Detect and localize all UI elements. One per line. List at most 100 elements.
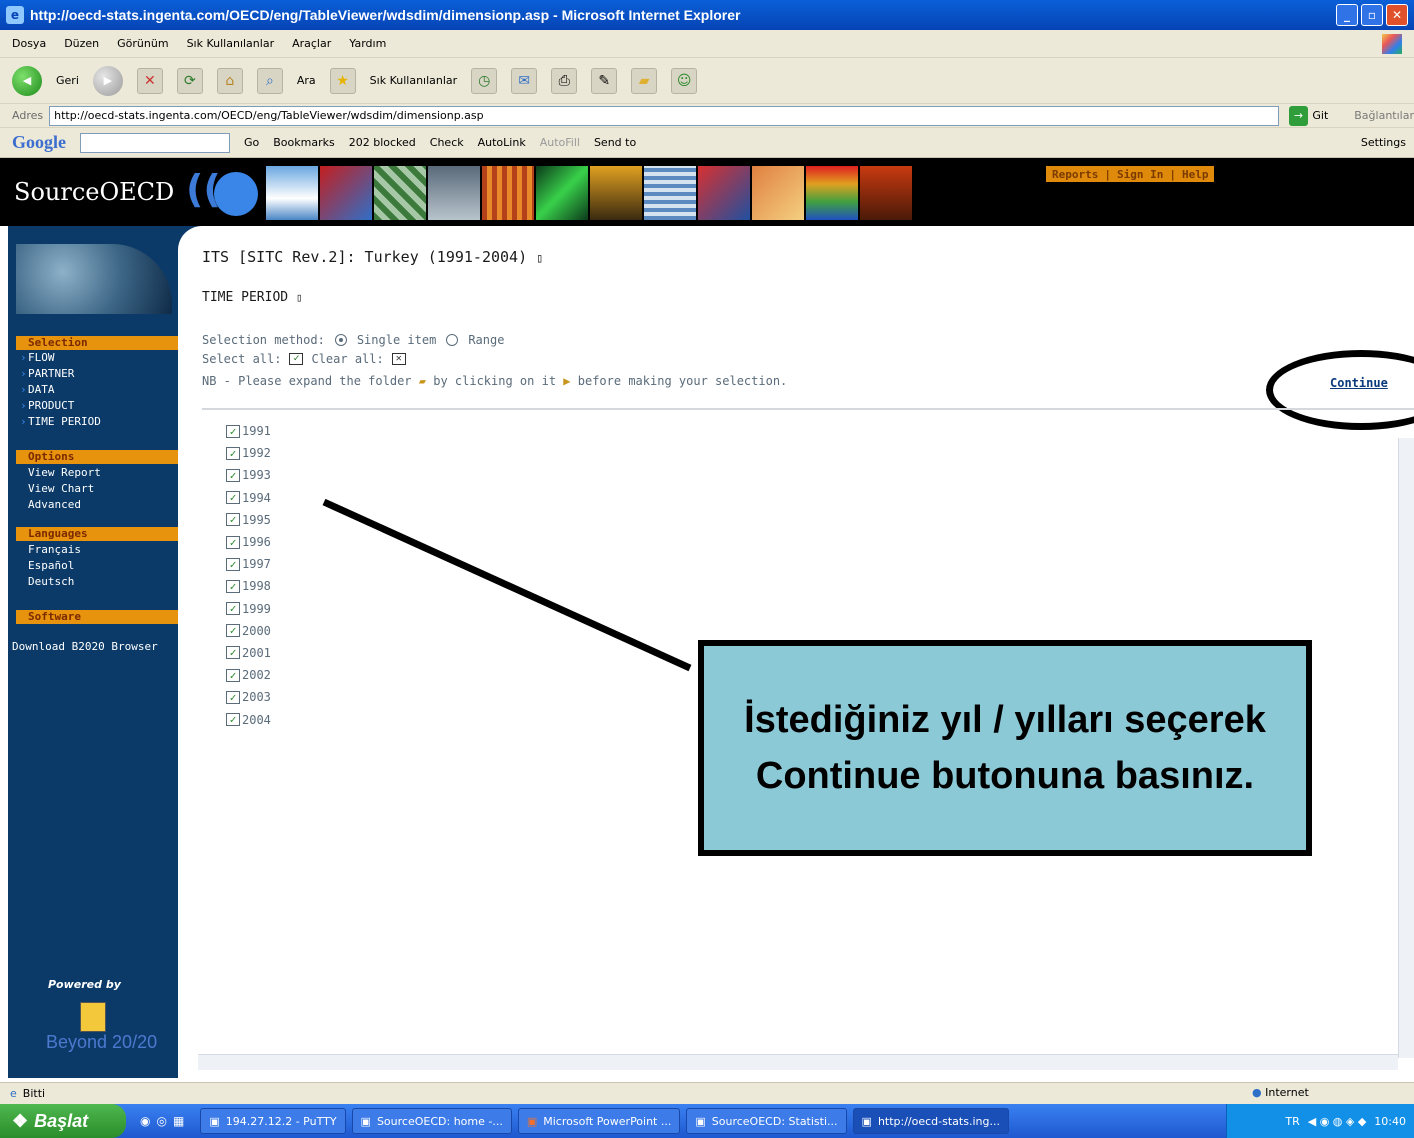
- select-all-button[interactable]: ✓: [289, 353, 304, 365]
- year-checkbox[interactable]: ✓: [226, 602, 240, 616]
- year-checkbox[interactable]: ✓: [226, 646, 240, 660]
- google-popup-blocked[interactable]: 202 blocked: [349, 136, 416, 149]
- sidebar-item-view-report[interactable]: View Report: [28, 466, 101, 480]
- year-checkbox[interactable]: ✓: [226, 713, 240, 727]
- start-button[interactable]: ❖ Başlat: [0, 1104, 126, 1138]
- forward-button[interactable]: ▶: [92, 65, 123, 96]
- reports-link[interactable]: Reports: [1052, 168, 1098, 181]
- history-icon[interactable]: ◷: [471, 67, 498, 94]
- range-radio[interactable]: [446, 334, 459, 346]
- go-arrow-icon[interactable]: →: [1288, 105, 1309, 126]
- favorites-star-icon[interactable]: ★: [329, 67, 356, 94]
- tray-icons[interactable]: ◀ ◉ ◍ ◈ ◆: [1308, 1115, 1367, 1128]
- mail-icon[interactable]: ✉: [511, 67, 538, 94]
- year-checkbox[interactable]: ✓: [226, 557, 240, 571]
- single-item-radio[interactable]: [334, 334, 347, 346]
- menu-view[interactable]: Görünüm: [117, 37, 168, 50]
- sidebar-item-spanish[interactable]: Español: [28, 559, 74, 573]
- google-autofill[interactable]: AutoFill: [540, 136, 580, 149]
- selection-heading: Selection: [16, 336, 182, 350]
- google-autolink[interactable]: AutoLink: [478, 136, 526, 149]
- edit-icon[interactable]: ✎: [591, 67, 618, 94]
- sidebar-item-time-period[interactable]: TIME PERIOD: [20, 415, 101, 429]
- year-checkbox[interactable]: ✓: [226, 624, 240, 638]
- task-label: Microsoft PowerPoint ...: [543, 1114, 672, 1128]
- address-input[interactable]: http://oecd-stats.ingenta.com/OECD/eng/T…: [49, 105, 1279, 126]
- search-icon[interactable]: ⌕: [256, 67, 283, 94]
- sign-in-link[interactable]: Sign In: [1117, 168, 1163, 181]
- year-checkbox[interactable]: ✓: [226, 446, 240, 460]
- sidebar-item-german[interactable]: Deutsch: [28, 575, 74, 589]
- help-link[interactable]: Help: [1182, 168, 1209, 181]
- menu-tools[interactable]: Araçlar: [292, 37, 331, 50]
- refresh-icon[interactable]: ⟳: [176, 67, 203, 94]
- folder-icon[interactable]: ▰: [631, 67, 658, 94]
- year-checkbox[interactable]: ✓: [226, 690, 240, 704]
- year-checkbox[interactable]: ✓: [226, 535, 240, 549]
- taskbar-item-sourceoecd-home[interactable]: ▣ SourceOECD: home -...: [351, 1108, 512, 1134]
- sidebar-item-product[interactable]: PRODUCT: [20, 399, 74, 413]
- info-doc-icon[interactable]: ▯: [296, 291, 303, 304]
- taskbar-item-powerpoint[interactable]: ▣ Microsoft PowerPoint ...: [517, 1108, 681, 1134]
- quick-launch-icon[interactable]: ◉: [140, 1114, 150, 1128]
- home-icon[interactable]: ⌂: [216, 67, 243, 94]
- list-item: ✓ 1991: [226, 420, 271, 442]
- year-checkbox[interactable]: ✓: [226, 424, 240, 438]
- year-checkbox[interactable]: ✓: [226, 579, 240, 593]
- print-icon[interactable]: ⎙: [551, 67, 578, 94]
- menu-help[interactable]: Yardım: [349, 37, 386, 50]
- taskbar-item-sourceoecd-stats[interactable]: ▣ SourceOECD: Statisti...: [686, 1108, 847, 1134]
- google-bookmarks[interactable]: Bookmarks: [273, 136, 334, 149]
- messenger-icon[interactable]: ☺: [671, 67, 698, 94]
- sidebar-item-view-chart[interactable]: View Chart: [28, 482, 94, 496]
- close-button[interactable]: ✕: [1386, 4, 1408, 26]
- sidebar-item-partner[interactable]: PARTNER: [20, 367, 74, 381]
- quick-launch-icon[interactable]: ▦: [173, 1114, 184, 1128]
- go-label[interactable]: Git: [1312, 109, 1328, 122]
- sidebar-item-advanced[interactable]: Advanced: [28, 498, 81, 512]
- google-settings[interactable]: Settings: [1361, 136, 1406, 149]
- info-doc-icon[interactable]: ▯: [536, 251, 543, 265]
- google-send-to[interactable]: Send to: [594, 136, 636, 149]
- quick-launch-icon[interactable]: ◎: [156, 1114, 166, 1128]
- maximize-button[interactable]: ▫: [1361, 4, 1383, 26]
- links-label[interactable]: Bağlantılar: [1354, 109, 1414, 122]
- section-title: TIME PERIOD ▯: [202, 290, 303, 305]
- google-spellcheck[interactable]: Check: [430, 136, 464, 149]
- task-label: SourceOECD: Statisti...: [711, 1114, 838, 1128]
- year-label: 1995: [242, 512, 271, 527]
- select-clear-row: Select all: ✓ Clear all: ✕: [202, 352, 406, 366]
- sidebar-item-data[interactable]: DATA: [20, 383, 54, 397]
- brand-dot-icon: [214, 172, 258, 216]
- year-checkbox[interactable]: ✓: [226, 491, 240, 505]
- google-search-input[interactable]: [80, 132, 230, 153]
- year-checkbox[interactable]: ✓: [226, 513, 240, 527]
- menu-favorites[interactable]: Sık Kullanılanlar: [187, 37, 275, 50]
- search-label[interactable]: Ara: [297, 74, 316, 87]
- back-button[interactable]: ◀: [12, 65, 42, 96]
- sidebar-item-french[interactable]: Français: [28, 543, 81, 557]
- banner-tile: [806, 166, 858, 220]
- taskbar-item-oecd-stats[interactable]: ▣ http://oecd-stats.ing...: [852, 1108, 1009, 1134]
- year-label: 2001: [242, 645, 271, 660]
- year-checkbox[interactable]: ✓: [226, 668, 240, 682]
- vertical-scrollbar[interactable]: [1398, 438, 1414, 1058]
- language-indicator[interactable]: TR: [1285, 1115, 1299, 1128]
- status-text: Bitti: [22, 1087, 46, 1100]
- minimize-button[interactable]: _: [1336, 4, 1358, 26]
- download-browser-link[interactable]: Download B2020 Browser: [12, 640, 158, 653]
- horizontal-scrollbar[interactable]: [198, 1054, 1398, 1070]
- banner-tile: [428, 166, 480, 220]
- menu-file[interactable]: Dosya: [12, 37, 46, 50]
- year-checkbox[interactable]: ✓: [226, 468, 240, 482]
- clear-all-button[interactable]: ✕: [391, 353, 406, 365]
- menu-edit[interactable]: Düzen: [64, 37, 99, 50]
- list-item: ✓ 1998: [226, 575, 271, 597]
- stop-icon[interactable]: ✕: [136, 67, 163, 94]
- taskbar-item-putty[interactable]: ▣ 194.27.12.2 - PuTTY: [200, 1108, 346, 1134]
- list-item: ✓ 2003: [226, 686, 271, 708]
- sidebar-item-flow[interactable]: FLOW: [20, 351, 54, 365]
- site-logo[interactable]: SourceOECD: [14, 178, 174, 206]
- favorites-label[interactable]: Sık Kullanılanlar: [370, 74, 458, 87]
- google-go-button[interactable]: Go: [244, 136, 259, 149]
